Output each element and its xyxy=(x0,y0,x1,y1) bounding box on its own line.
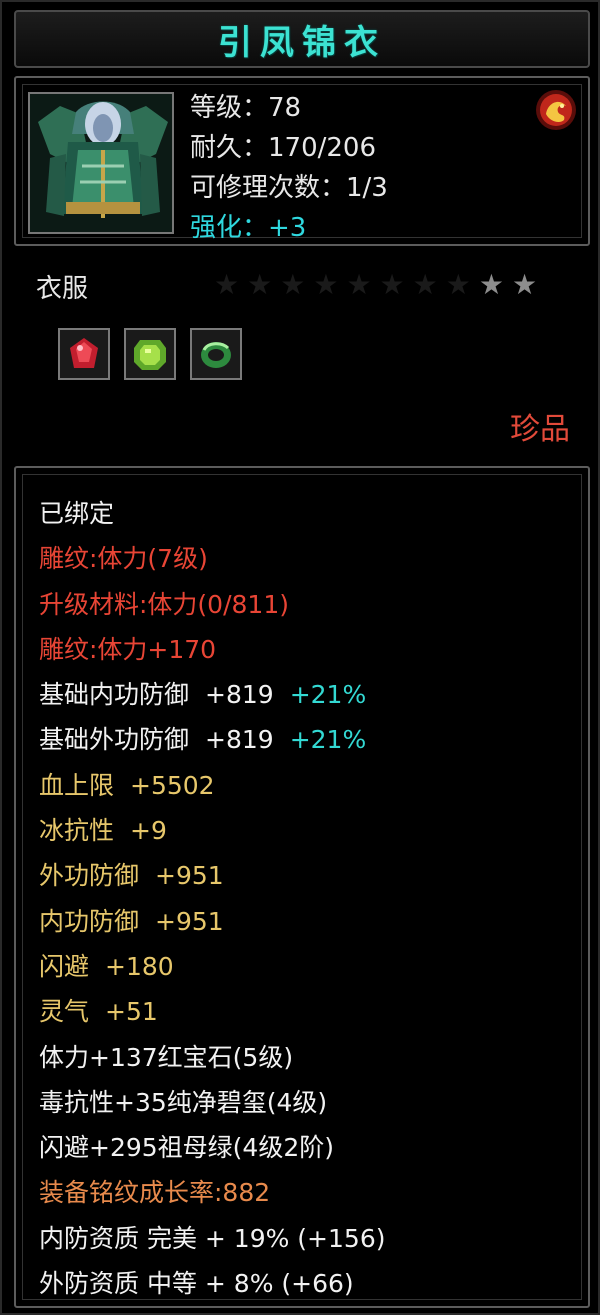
star-icon: ★ xyxy=(511,268,538,301)
outer-defense-stat: 外功防御 +951 xyxy=(39,853,581,898)
stat-value: +951 xyxy=(155,861,224,891)
item-summary: 衣服 ★ ★ ★ ★ ★ ★ ★ ★ ★ ★ 珍品 xyxy=(14,254,590,454)
jade-ring-icon[interactable] xyxy=(190,328,242,380)
gem-bonus-emerald: 闪避+295祖母绿(4级2阶) xyxy=(39,1133,334,1163)
attributes-panel: 已绑定 雕纹:体力(7级) 升级材料:体力(0/811) 雕纹:体力+170 基… xyxy=(14,466,590,1308)
stat-label: 内功防御 xyxy=(39,906,140,936)
item-name: 引凤锦衣 xyxy=(218,22,386,63)
star-icon: ★ xyxy=(313,268,339,301)
stat-percent: +21% xyxy=(289,725,367,755)
base-inner-defense: 基础内功防御 +819 +21% xyxy=(39,672,581,717)
star-icon: ★ xyxy=(214,268,240,301)
stat-label: 闪避 xyxy=(39,951,90,981)
inner-defense-stat: 内功防御 +951 xyxy=(39,899,581,944)
star-icon: ★ xyxy=(346,268,372,301)
dodge-stat: 闪避 +180 xyxy=(39,944,581,989)
ruby-gem-icon[interactable] xyxy=(58,328,110,380)
upgrade-material-line: 升级材料:体力(0/811) xyxy=(39,589,289,619)
stat-label: 基础内功防御 xyxy=(39,680,190,710)
stat-value: +951 xyxy=(155,906,224,936)
outer-defense-quality: 外防资质 中等 + 8% (+66) xyxy=(39,1269,354,1299)
spirit-stat: 灵气 +51 xyxy=(39,989,581,1034)
stat-label: 外功防御 xyxy=(39,861,140,891)
level-text: 等级：78 xyxy=(190,93,302,123)
stat-value: +9 xyxy=(130,816,167,846)
item-tooltip: 引凤锦衣 等级：78 耐久：170/206 可修理次数：1/3 强化：+3 衣服… xyxy=(0,0,600,1315)
bound-status: 已绑定 xyxy=(39,499,115,528)
stat-value: +819 xyxy=(205,680,274,710)
peridot-gem-icon[interactable] xyxy=(124,328,176,380)
base-outer-defense: 基础外功防御 +819 +21% xyxy=(39,717,581,762)
hp-limit-stat: 血上限 +5502 xyxy=(39,763,581,808)
repair-count-text: 可修理次数：1/3 xyxy=(190,173,388,203)
star-icon: ★ xyxy=(478,268,504,301)
gem-bonus-ruby: 体力+137红宝石(5级) xyxy=(39,1042,294,1072)
carving-line: 雕纹:体力(7级) xyxy=(39,544,208,574)
star-icon: ★ xyxy=(379,268,405,301)
star-icon: ★ xyxy=(280,268,306,301)
stat-value: +180 xyxy=(105,951,174,981)
title-bar: 引凤锦衣 xyxy=(14,10,590,68)
inner-defense-quality: 内防资质 完美 + 19% (+156) xyxy=(39,1223,386,1253)
item-info-panel: 等级：78 耐久：170/206 可修理次数：1/3 强化：+3 xyxy=(14,76,590,246)
gem-slots xyxy=(58,328,242,380)
rarity-label: 珍品 xyxy=(510,412,570,447)
stat-label: 灵气 xyxy=(39,997,90,1027)
carving-bonus-line: 雕纹:体力+170 xyxy=(39,634,217,664)
dragon-emblem-icon xyxy=(534,88,578,132)
stat-label: 冰抗性 xyxy=(39,816,115,846)
stat-value: +51 xyxy=(105,997,158,1027)
item-category: 衣服 xyxy=(36,274,89,304)
inscription-growth-rate: 装备铭纹成长率:882 xyxy=(39,1178,271,1208)
armor-icon xyxy=(28,92,174,234)
ice-resist-stat: 冰抗性 +9 xyxy=(39,808,581,853)
stat-percent: +21% xyxy=(289,680,367,710)
gem-bonus-tourmaline: 毒抗性+35纯净碧玺(4级) xyxy=(39,1087,328,1117)
durability-text: 耐久：170/206 xyxy=(190,133,377,163)
enhance-text: 强化：+3 xyxy=(190,213,307,243)
stat-value: +5502 xyxy=(130,770,215,800)
stat-value: +819 xyxy=(205,725,274,755)
star-icon: ★ xyxy=(445,268,471,301)
stat-label: 基础外功防御 xyxy=(39,725,190,755)
stat-label: 血上限 xyxy=(39,770,115,800)
star-rating: ★ ★ ★ ★ ★ ★ ★ ★ ★ ★ xyxy=(214,270,537,300)
star-icon: ★ xyxy=(412,268,438,301)
star-icon: ★ xyxy=(247,268,273,301)
